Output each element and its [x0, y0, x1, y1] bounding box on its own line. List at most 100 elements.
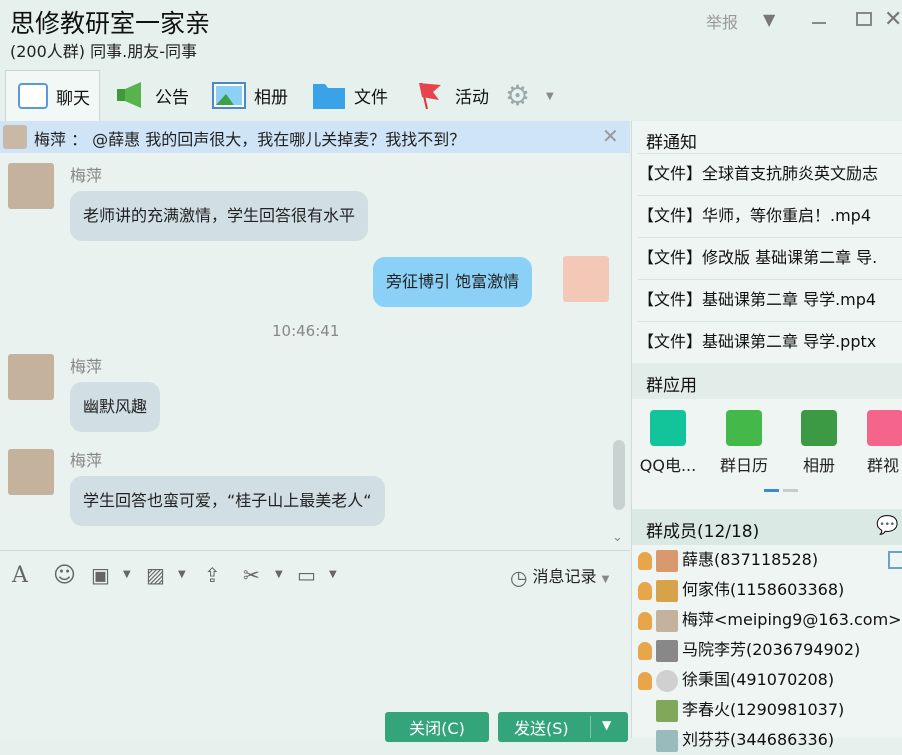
member-row[interactable]: 梅萍<meiping9@163.com> [638, 605, 902, 635]
emoji-icon[interactable]: ☺ [53, 563, 76, 588]
app-label: 群日历 [719, 456, 768, 475]
chevron-down-icon[interactable]: ▼ [123, 569, 131, 580]
tab-activity[interactable]: 活动 [413, 70, 489, 120]
notice-item[interactable]: 【文件】基础课第二章 导学.pptx [638, 321, 902, 362]
image-icon[interactable]: ▨ [146, 563, 165, 587]
group-sidebar: 群通知 【文件】全球首支抗肺炎英文励志 【文件】华师，等你重启！.mp4 【文件… [631, 121, 902, 752]
member-row[interactable]: 何家伟(1158603368) [638, 575, 844, 605]
member-role-icon [638, 671, 652, 690]
member-row[interactable]: 刘芬芬(344686336) [656, 725, 834, 755]
photo-icon [212, 82, 246, 109]
app-label: QQ电... [639, 456, 697, 475]
app-label: 群视 [867, 456, 900, 475]
member-name: 马院李芳(2036794902) [682, 640, 861, 659]
message-timestamp: 10:46:41 [272, 322, 340, 340]
close-window-icon[interactable]: ✕ [884, 7, 902, 32]
notice-item[interactable]: 【文件】全球首支抗肺炎英文励志 [638, 153, 902, 194]
notice-item[interactable]: 【文件】修改版 基础课第二章 导. [638, 237, 902, 278]
flag-icon [419, 82, 441, 110]
tab-chat[interactable]: 聊天 [5, 70, 100, 121]
tab-album[interactable]: 相册 [212, 70, 288, 120]
avatar [8, 163, 54, 209]
chevron-down-icon[interactable]: ▼ [546, 91, 554, 102]
member-role-icon [638, 641, 652, 660]
tab-label: 文件 [354, 87, 388, 108]
photo-icon [801, 410, 837, 446]
dropdown-arrow-icon[interactable]: ▼ [763, 10, 775, 29]
tab-label: 公告 [155, 87, 189, 108]
mention-text: 梅萍 ： @薛惠 我的回声很大，我在哪儿关掉麦？我找不到？ [34, 130, 466, 149]
tab-announcement[interactable]: 公告 [113, 70, 189, 120]
member-row[interactable]: 李春火(1290981037) [656, 695, 844, 725]
avatar [8, 449, 54, 495]
avatar [656, 699, 678, 722]
avatar [656, 549, 678, 572]
app-label: 相册 [802, 456, 835, 475]
megaphone-icon [117, 82, 141, 108]
notice-title: 群通知 [646, 133, 697, 153]
notice-item[interactable]: 【文件】华师，等你重启！.mp4 [638, 195, 902, 236]
member-name: 薛惠(837118528) [682, 550, 819, 569]
app-qq-call[interactable]: QQ电... [633, 410, 703, 476]
sender-name: 梅萍 [70, 451, 103, 470]
members-title: 群成员(12/18) [646, 522, 760, 542]
group-subtitle: (200人群) 同事.朋友-同事 [10, 42, 197, 61]
avatar [656, 669, 678, 692]
tab-files[interactable]: 文件 [312, 70, 388, 120]
video-icon [867, 410, 902, 446]
input-divider [0, 550, 630, 551]
member-name: 梅萍<meiping9@163.com> [682, 610, 902, 629]
folder-icon [313, 84, 345, 109]
app-album[interactable]: 相册 [784, 410, 854, 476]
font-icon[interactable]: A [12, 563, 28, 588]
avatar [656, 639, 678, 662]
member-row[interactable]: 马院李芳(2036794902) [638, 635, 860, 665]
app-calendar[interactable]: 群日历 [709, 410, 779, 476]
more-tools-icon[interactable]: ▭ [297, 563, 316, 587]
history-label: 消息记录 [532, 567, 597, 586]
send-divider [590, 716, 591, 738]
minimize-icon[interactable] [812, 22, 826, 24]
maximize-icon[interactable] [856, 12, 872, 26]
close-icon[interactable]: ✕ [602, 124, 619, 148]
member-row[interactable]: 徐秉国(491070208) [638, 665, 834, 695]
chevron-down-icon[interactable]: ▼ [178, 569, 186, 580]
member-row[interactable]: 薛惠(837118528) [638, 545, 818, 575]
my-avatar [563, 256, 609, 302]
app-video[interactable]: 群视 [859, 410, 902, 476]
my-message-bubble: 旁征博引 饱富激情 [373, 257, 533, 307]
phone-icon [650, 410, 686, 446]
sender-name: 梅萍 [70, 357, 103, 376]
member-name: 刘芬芬(344686336) [682, 730, 835, 749]
chevron-down-icon[interactable]: ▼ [275, 569, 283, 580]
gift-icon[interactable]: ▣ [91, 563, 110, 587]
chevron-down-icon[interactable]: ▼ [329, 569, 337, 580]
avatar [3, 125, 27, 149]
screenshot-scissors-icon[interactable]: ✂ [243, 563, 260, 587]
scrollbar-thumb[interactable] [613, 440, 625, 510]
sender-name: 梅萍 [70, 166, 103, 185]
message-history-button[interactable]: ◷ 消息记录 ▼ [510, 563, 609, 590]
message-bubble: 幽默风趣 [70, 382, 161, 432]
message-bubble: 老师讲的充满激情，学生回答很有水平 [70, 191, 369, 241]
page-indicator-active[interactable] [764, 489, 779, 492]
chevron-down-icon[interactable]: ▼ [602, 718, 611, 732]
member-role-icon [638, 581, 652, 600]
calendar-icon [726, 410, 762, 446]
member-role-icon [638, 611, 652, 630]
send-label: 发送(S) [514, 719, 569, 738]
avatar [656, 729, 678, 752]
chat-bubbles-icon[interactable]: 💬 [876, 515, 898, 536]
page-indicator[interactable] [783, 489, 798, 492]
chevron-down-icon: ▼ [601, 574, 610, 585]
scroll-down-icon[interactable]: ⌄ [612, 530, 623, 545]
edit-icon[interactable] [888, 551, 902, 569]
tab-label: 相册 [254, 87, 288, 108]
avatar [8, 354, 54, 400]
tab-label: 聊天 [56, 88, 90, 109]
notice-item[interactable]: 【文件】基础课第二章 导学.mp4 [638, 279, 902, 320]
mention-banner[interactable]: 梅萍 ： @薛惠 我的回声很大，我在哪儿关掉麦？我找不到？ ✕ [0, 121, 630, 153]
upload-icon[interactable]: ⇪ [204, 563, 221, 587]
settings-gear-icon[interactable]: ⚙ [505, 79, 530, 112]
report-link[interactable]: 举报 [706, 9, 738, 33]
